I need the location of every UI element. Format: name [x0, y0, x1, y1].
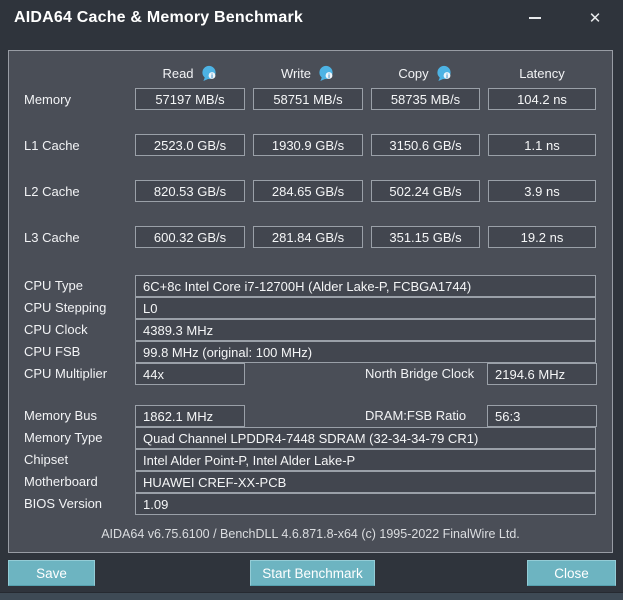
l2-write-value: 284.65 GB/s [253, 180, 363, 202]
memory-read-value: 57197 MB/s [135, 88, 245, 110]
row-label: Memory Bus [24, 408, 97, 423]
row-label: L1 Cache [24, 137, 80, 153]
close-icon: ✕ [588, 10, 602, 27]
info-bubble-icon[interactable]: i [317, 65, 335, 82]
dram-fsb-ratio-value: 56:3 [487, 405, 597, 427]
memory-latency-value: 104.2 ns [488, 88, 596, 110]
close-window-button[interactable]: ✕ [578, 4, 612, 32]
start-benchmark-button[interactable]: Start Benchmark [250, 560, 375, 586]
info-row-memory-type: Memory Type Quad Channel LPDDR4-7448 SDR… [9, 427, 612, 449]
latency-header-label: Latency [519, 65, 565, 81]
l3-latency-value: 19.2 ns [488, 226, 596, 248]
svg-text:i: i [211, 73, 213, 80]
row-label: Memory Type [24, 430, 103, 445]
column-header-latency: Latency [488, 66, 596, 81]
row-label: Motherboard [24, 474, 98, 489]
close-button[interactable]: Close [527, 560, 616, 586]
motherboard-value: HUAWEI CREF-XX-PCB [135, 471, 596, 493]
table-row-l3-cache: L3 Cache 600.32 GB/s 281.84 GB/s 351.15 … [9, 226, 612, 248]
column-header-copy: Copy i [371, 65, 480, 82]
cpu-type-value: 6C+8c Intel Core i7-12700H (Alder Lake-P… [135, 275, 596, 297]
table-row-l2-cache: L2 Cache 820.53 GB/s 284.65 GB/s 502.24 … [9, 180, 612, 202]
cpu-multiplier-value: 44x [135, 363, 245, 385]
info-row-chipset: Chipset Intel Alder Point-P, Intel Alder… [9, 449, 612, 471]
cpu-stepping-value: L0 [135, 297, 596, 319]
l3-copy-value: 351.15 GB/s [371, 226, 480, 248]
l1-latency-value: 1.1 ns [488, 134, 596, 156]
memory-write-value: 58751 MB/s [253, 88, 363, 110]
cpu-clock-value: 4389.3 MHz [135, 319, 596, 341]
north-bridge-clock-value: 2194.6 MHz [487, 363, 597, 385]
read-header-label: Read [162, 65, 194, 81]
row-label: Chipset [24, 452, 69, 467]
info-row-cpu-stepping: CPU Stepping L0 [9, 297, 612, 319]
row-label: L3 Cache [24, 229, 80, 245]
cpu-fsb-value: 99.8 MHz (original: 100 MHz) [135, 341, 596, 363]
column-header-read: Read i [135, 65, 245, 82]
memory-copy-value: 58735 MB/s [371, 88, 480, 110]
info-row-cpu-type: CPU Type 6C+8c Intel Core i7-12700H (Ald… [9, 275, 612, 297]
row-label: CPU Clock [24, 322, 88, 337]
window-title: AIDA64 Cache & Memory Benchmark [14, 9, 303, 26]
write-header-label: Write [280, 65, 312, 81]
svg-text:i: i [328, 73, 330, 80]
memory-bus-value: 1862.1 MHz [135, 405, 245, 427]
row-label: L2 Cache [24, 183, 80, 199]
info-row-motherboard: Motherboard HUAWEI CREF-XX-PCB [9, 471, 612, 493]
info-bubble-icon[interactable]: i [435, 65, 453, 82]
info-row-cpu-multiplier: CPU Multiplier 44x North Bridge Clock 21… [9, 363, 612, 385]
benchmark-panel: Read i Write i Copy i Latency Memory 571… [8, 50, 613, 553]
row-label: CPU Multiplier [24, 366, 108, 381]
l2-latency-value: 3.9 ns [488, 180, 596, 202]
l2-copy-value: 502.24 GB/s [371, 180, 480, 202]
info-row-memory-bus: Memory Bus 1862.1 MHz DRAM:FSB Ratio 56:… [9, 405, 612, 427]
version-footer: AIDA64 v6.75.6100 / BenchDLL 4.6.871.8-x… [101, 527, 520, 541]
table-row-l1-cache: L1 Cache 2523.0 GB/s 1930.9 GB/s 3150.6 … [9, 134, 612, 156]
l1-write-value: 1930.9 GB/s [253, 134, 363, 156]
l3-write-value: 281.84 GB/s [253, 226, 363, 248]
svg-text:i: i [446, 73, 448, 80]
minimize-icon [529, 17, 541, 19]
aida64-benchmark-window: AIDA64 Cache & Memory Benchmark ✕ Read i [0, 0, 623, 600]
save-button[interactable]: Save [8, 560, 95, 586]
l1-read-value: 2523.0 GB/s [135, 134, 245, 156]
info-row-bios-version: BIOS Version 1.09 [9, 493, 612, 515]
l2-read-value: 820.53 GB/s [135, 180, 245, 202]
dram-fsb-ratio-label: DRAM:FSB Ratio [365, 408, 467, 423]
chipset-value: Intel Alder Point-P, Intel Alder Lake-P [135, 449, 596, 471]
column-header-write: Write i [253, 65, 363, 82]
row-label: BIOS Version [24, 496, 103, 511]
row-label: Memory [24, 91, 71, 107]
info-row-cpu-fsb: CPU FSB 99.8 MHz (original: 100 MHz) [9, 341, 612, 363]
title-bar: AIDA64 Cache & Memory Benchmark ✕ [0, 0, 623, 42]
info-row-cpu-clock: CPU Clock 4389.3 MHz [9, 319, 612, 341]
l3-read-value: 600.32 GB/s [135, 226, 245, 248]
copy-header-label: Copy [398, 65, 429, 81]
info-bubble-icon[interactable]: i [200, 65, 218, 82]
row-label: CPU FSB [24, 344, 81, 359]
minimize-button[interactable] [518, 4, 552, 32]
north-bridge-clock-label: North Bridge Clock [365, 366, 475, 381]
row-label: CPU Type [24, 278, 84, 293]
row-label: CPU Stepping [24, 300, 107, 315]
l1-copy-value: 3150.6 GB/s [371, 134, 480, 156]
column-header-row: Read i Write i Copy i Latency [9, 62, 612, 84]
bios-version-value: 1.09 [135, 493, 596, 515]
table-row-memory: Memory 57197 MB/s 58751 MB/s 58735 MB/s … [9, 88, 612, 110]
memory-type-value: Quad Channel LPDDR4-7448 SDRAM (32-34-34… [135, 427, 596, 449]
window-bottom-edge [0, 592, 623, 600]
